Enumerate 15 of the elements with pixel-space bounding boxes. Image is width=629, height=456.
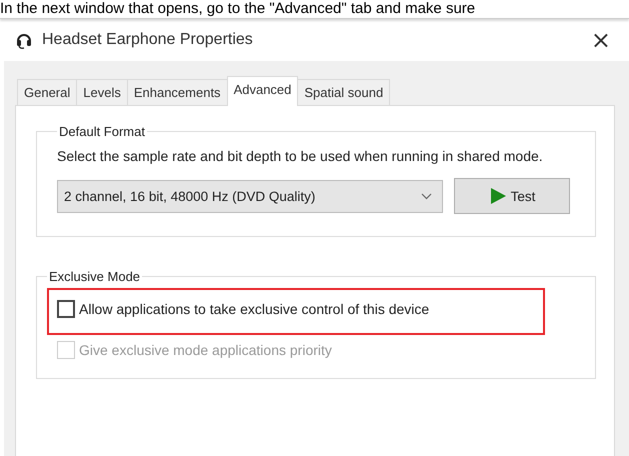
format-dropdown[interactable]: 2 channel, 16 bit, 48000 Hz (DVD Quality) [57,180,443,212]
tab[interactable]: General [17,79,78,105]
group-title: Exclusive Mode [48,269,142,284]
headset-icon [16,31,32,49]
test-button[interactable]: Test [454,178,570,214]
tab[interactable]: Advanced [226,76,298,106]
group-title: Default Format [58,124,146,139]
checkbox-option[interactable]: Allow applications to take exclusive control of this device [57,300,430,318]
play-icon [488,187,507,205]
chevron-down-icon [421,192,432,200]
close-button[interactable]: × [586,28,615,52]
window-title: Headset Earphone Properties [42,31,253,49]
description-text: Select the sample rate and bit depth to be used when running in shared mode. [57,147,544,166]
instruction-text: In the next window that opens, go to the "Advanced" tab and make sure [0,0,629,19]
tab[interactable]: Spatial sound [297,79,390,105]
